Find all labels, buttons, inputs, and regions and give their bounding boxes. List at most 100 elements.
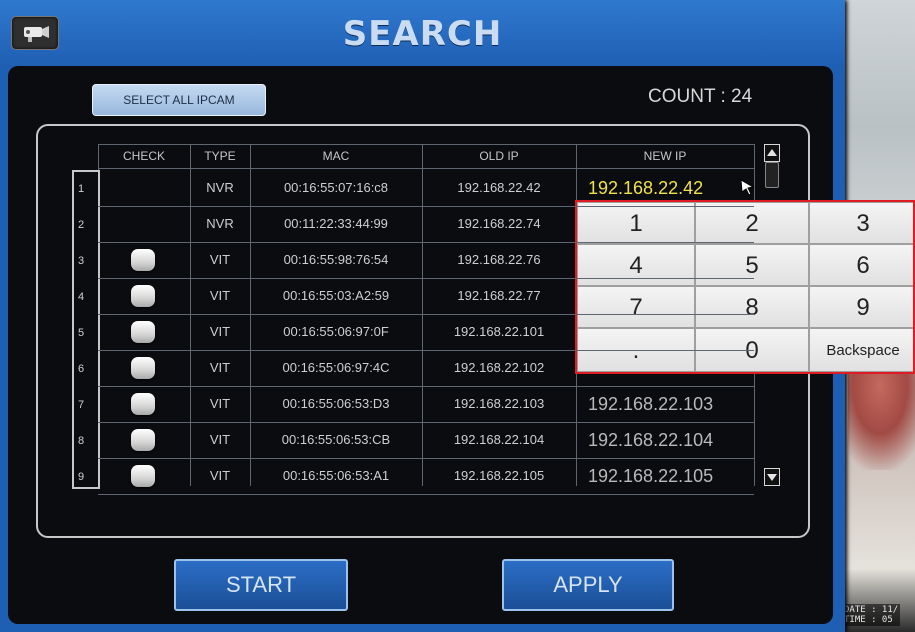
scroll-down-button[interactable] [764, 468, 780, 486]
numeric-keypad: 123456789.0Backspace [575, 200, 915, 374]
check-cell[interactable] [98, 458, 190, 494]
row-checkbox[interactable] [131, 429, 155, 451]
type-cell: VIT [209, 468, 231, 483]
table-row[interactable]: VIT 00:16:55:06:53:D3 192.168.22.103 192.16… [98, 386, 754, 422]
row-checkbox[interactable] [131, 321, 155, 343]
start-button[interactable]: START [174, 559, 348, 611]
check-cell[interactable] [98, 242, 190, 278]
mac-cell: 00:16:55:06:97:4C [282, 360, 390, 375]
select-all-ipcam-button[interactable]: SELECT ALL IPCAM [92, 84, 266, 116]
keypad-key-6[interactable]: 6 [809, 244, 913, 286]
old-ip-cell: 192.168.22.105 [453, 468, 545, 483]
arrow-up-icon [767, 149, 777, 156]
row-index: 2 [78, 219, 85, 231]
keypad-key-8[interactable]: 8 [695, 286, 809, 328]
grid-line [98, 144, 754, 145]
mac-cell: 00:16:55:03:A2:59 [282, 288, 390, 303]
arrow-down-icon [767, 474, 777, 481]
row-index-column: 1 2 3 4 5 6 7 8 9 [72, 170, 100, 489]
check-cell[interactable] [98, 350, 190, 386]
old-ip-cell: 192.168.22.102 [453, 360, 545, 375]
mac-cell: 00:16:55:98:76:54 [283, 252, 389, 267]
row-checkbox[interactable] [131, 465, 155, 487]
row-checkbox[interactable] [131, 249, 155, 271]
old-ip-cell: 192.168.22.101 [453, 324, 545, 339]
mac-cell: 00:16:55:06:53:D3 [282, 396, 390, 411]
mac-cell: 00:16:55:06:53:CB [281, 432, 391, 447]
feed-osd: DATE : 11/ TIME : 05 [842, 604, 901, 626]
type-cell: VIT [209, 288, 231, 303]
type-cell: VIT [209, 432, 231, 447]
row-index: 8 [78, 435, 85, 447]
old-ip-cell: 192.168.22.104 [453, 432, 545, 447]
old-ip-cell: 192.168.22.74 [457, 216, 541, 231]
header-old-ip: OLD IP [479, 149, 519, 163]
mouse-cursor-icon [738, 178, 756, 200]
apply-button[interactable]: APPLY [502, 559, 674, 611]
table-row[interactable]: VIT 00:16:55:06:53:A1 192.168.22.105 192.16… [98, 458, 754, 494]
grid-line [98, 422, 754, 423]
check-cell[interactable] [98, 422, 190, 458]
check-cell[interactable] [98, 278, 190, 314]
row-index: 9 [78, 471, 85, 483]
keypad-key-2[interactable]: 2 [695, 202, 809, 244]
grid-line [98, 242, 754, 243]
header-mac: MAC [322, 149, 350, 163]
check-cell [98, 206, 190, 242]
type-cell: NVR [206, 180, 234, 195]
old-ip-cell: 192.168.22.42 [457, 180, 541, 195]
check-cell [98, 170, 190, 206]
mac-cell: 00:11:22:33:44:99 [284, 216, 388, 231]
type-cell: VIT [209, 324, 231, 339]
keypad-backspace-key[interactable]: Backspace [809, 328, 913, 372]
grid-line [98, 386, 754, 387]
row-index: 1 [78, 183, 85, 195]
row-index: 3 [78, 255, 85, 267]
scroll-up-button[interactable] [764, 144, 780, 162]
keypad-key-7[interactable]: 7 [577, 286, 695, 328]
keypad-key-1[interactable]: 1 [577, 202, 695, 244]
row-index: 7 [78, 399, 85, 411]
check-cell[interactable] [98, 386, 190, 422]
old-ip-cell: 192.168.22.77 [457, 288, 541, 303]
header-check: CHECK [122, 149, 165, 163]
grid-line [98, 314, 754, 315]
row-checkbox[interactable] [131, 285, 155, 307]
table-row[interactable]: VIT 00:16:55:06:53:CB 192.168.22.104 192.16… [98, 422, 754, 458]
type-cell: VIT [209, 396, 231, 411]
mac-cell: 00:16:55:06:97:0F [283, 324, 389, 339]
row-index: 4 [78, 291, 85, 303]
keypad-key-3[interactable]: 3 [809, 202, 913, 244]
grid-line [98, 278, 754, 279]
row-checkbox[interactable] [131, 393, 155, 415]
old-ip-cell: 192.168.22.76 [457, 252, 541, 267]
osd-date: DATE : 11/ [844, 605, 899, 615]
window-title: SEARCH [342, 14, 503, 54]
type-cell: VIT [209, 252, 231, 267]
row-index: 6 [78, 363, 85, 375]
new-ip-cell[interactable]: 192.168.22.105 [576, 458, 754, 494]
grid-line [98, 494, 754, 495]
row-checkbox[interactable] [131, 357, 155, 379]
mac-cell: 00:16:55:06:53:A1 [282, 468, 390, 483]
keypad-key-5[interactable]: 5 [695, 244, 809, 286]
type-cell: VIT [209, 360, 231, 375]
mac-cell: 00:16:55:07:16:c8 [283, 180, 389, 195]
old-ip-cell: 192.168.22.103 [453, 396, 545, 411]
check-cell[interactable] [98, 314, 190, 350]
scrollbar-thumb[interactable] [765, 162, 779, 188]
header-new-ip: NEW IP [643, 149, 687, 163]
osd-time: TIME : 05 [844, 615, 893, 625]
new-ip-cell[interactable]: 192.168.22.103 [576, 386, 754, 422]
new-ip-cell[interactable]: 192.168.22.104 [576, 422, 754, 458]
device-count: COUNT : 24 [648, 86, 753, 107]
grid-line [98, 206, 754, 207]
keypad-key-4[interactable]: 4 [577, 244, 695, 286]
grid-line [98, 350, 754, 351]
grid-line [98, 168, 754, 169]
keypad-key-9[interactable]: 9 [809, 286, 913, 328]
title-bar: SEARCH [0, 0, 845, 66]
type-cell: NVR [206, 216, 234, 231]
row-index: 5 [78, 327, 85, 339]
header-type: TYPE [204, 149, 236, 163]
